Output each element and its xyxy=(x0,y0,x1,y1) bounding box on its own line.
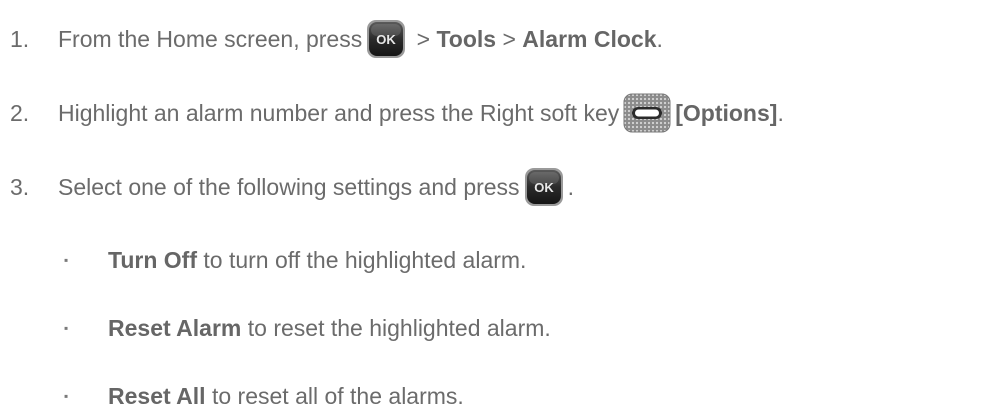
option-name: Reset All xyxy=(108,383,206,409)
bullet-icon: ▪ xyxy=(64,253,69,267)
option-description: to reset all of the alarms. xyxy=(205,383,464,409)
right-soft-key-icon xyxy=(623,93,671,133)
step-text-before: Select one of the following settings and… xyxy=(58,174,520,200)
menu-alarm-clock: Alarm Clock xyxy=(522,26,657,52)
step-text: Select one of the following settings and… xyxy=(58,167,574,207)
menu-tools: Tools xyxy=(436,26,497,52)
step-text-before: Highlight an alarm number and press the … xyxy=(58,100,620,126)
ok-key-icon: OK xyxy=(524,167,564,207)
step-text: Highlight an alarm number and press the … xyxy=(58,93,784,133)
bullet-icon: ▪ xyxy=(64,321,69,335)
step-number: 3. xyxy=(10,174,30,200)
bullet-icon: ▪ xyxy=(64,389,69,403)
ok-key-label: OK xyxy=(376,32,396,47)
step-number: 1. xyxy=(10,26,30,52)
step-number: 2. xyxy=(10,100,30,126)
option-name: Turn Off xyxy=(108,247,197,273)
ok-key-icon: OK xyxy=(366,19,406,59)
options-label: [Options] xyxy=(675,100,778,126)
ok-key-label: OK xyxy=(534,180,554,195)
option-name: Reset Alarm xyxy=(108,315,242,341)
option-description: to reset the highlighted alarm. xyxy=(241,315,551,341)
step-text-before: From the Home screen, press xyxy=(58,26,363,52)
step-text: From the Home screen, press OK > Tools >… xyxy=(58,19,663,59)
option-description: to turn off the highlighted alarm. xyxy=(197,247,527,273)
